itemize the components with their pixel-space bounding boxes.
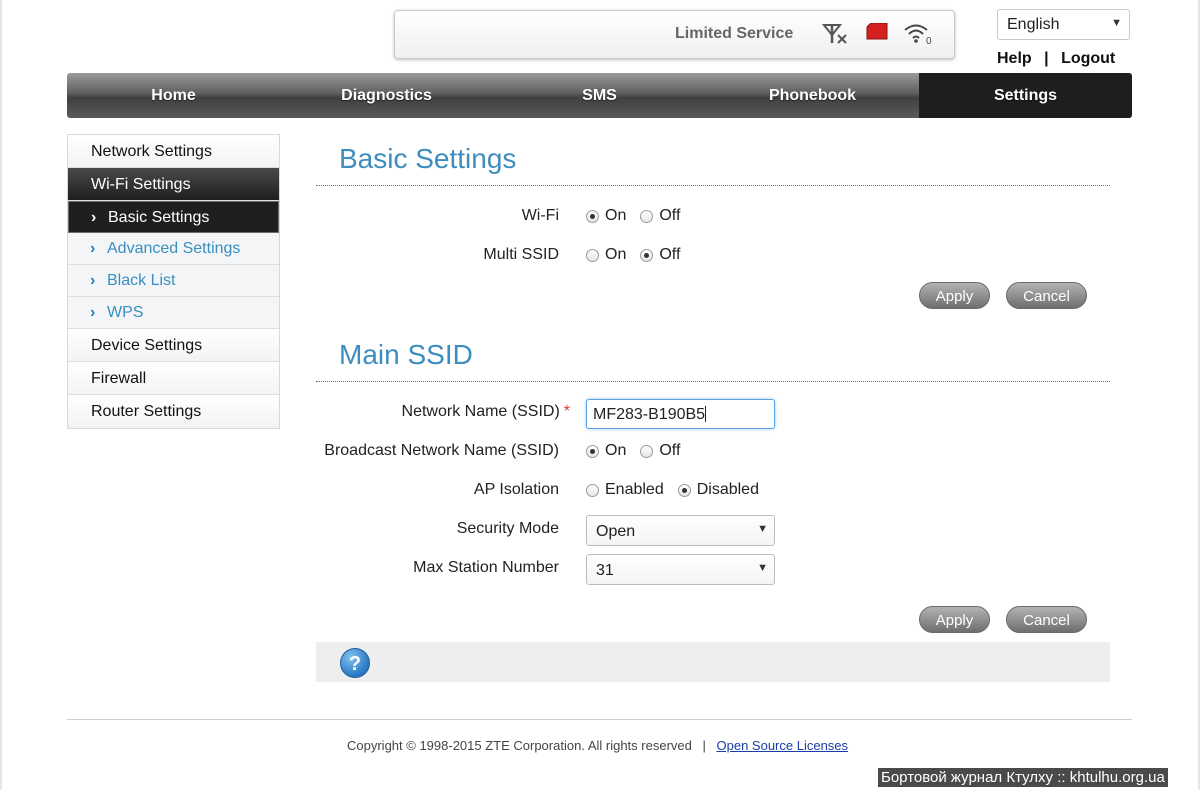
network-name-label: Network Name (SSID) * bbox=[270, 403, 570, 421]
signal-none-icon bbox=[821, 23, 850, 50]
max-station-select[interactable]: 31 ▼ bbox=[586, 554, 775, 585]
multi-ssid-label: Multi SSID bbox=[483, 246, 559, 263]
tab-settings[interactable]: Settings bbox=[919, 73, 1132, 118]
sidebar-item-black-list[interactable]: › Black List bbox=[68, 265, 279, 297]
ap-isolation-enabled-label: Enabled bbox=[605, 481, 664, 498]
tab-diagnostics[interactable]: Diagnostics bbox=[280, 73, 493, 118]
tab-phonebook[interactable]: Phonebook bbox=[706, 73, 919, 118]
basic-cancel-button[interactable]: Cancel bbox=[1006, 282, 1087, 309]
multi-ssid-off-radio[interactable] bbox=[640, 248, 654, 262]
sidebar-item-advanced-settings[interactable]: › Advanced Settings bbox=[68, 233, 279, 265]
ap-isolation-label: AP Isolation bbox=[473, 481, 559, 498]
open-source-licenses-link[interactable]: Open Source Licenses bbox=[717, 738, 849, 753]
sidebar-item-firewall[interactable]: Firewall bbox=[68, 362, 279, 395]
tab-sms[interactable]: SMS bbox=[493, 73, 706, 118]
help-icon[interactable]: ? bbox=[340, 648, 370, 678]
required-marker: * bbox=[563, 403, 570, 420]
page-edge-left bbox=[0, 0, 2, 790]
sidebar-item-label: WPS bbox=[107, 304, 144, 321]
tab-home[interactable]: Home bbox=[67, 73, 280, 118]
top-links-separator: | bbox=[1044, 50, 1049, 67]
sidebar-item-label: Advanced Settings bbox=[107, 240, 241, 257]
sim-card-icon bbox=[865, 22, 889, 48]
status-box: Limited Service 0 bbox=[394, 10, 955, 59]
broadcast-on-label: On bbox=[605, 442, 627, 459]
network-name-label-text: Network Name (SSID) bbox=[401, 403, 560, 420]
wifi-radio-group: On Off bbox=[586, 207, 694, 225]
multi-ssid-on-label: On bbox=[605, 246, 627, 263]
sidebar-item-basic-settings[interactable]: › Basic Settings bbox=[68, 201, 279, 233]
section-divider bbox=[316, 381, 1110, 382]
broadcast-on-radio[interactable] bbox=[586, 444, 599, 458]
broadcast-off-label: Off bbox=[659, 442, 681, 459]
multi-ssid-on-radio[interactable] bbox=[586, 248, 599, 262]
wifi-off-label: Off bbox=[659, 207, 681, 224]
watermark: Бортовой журнал Ктулху :: khtulhu.org.ua bbox=[878, 768, 1168, 787]
sidebar: Network Settings Wi-Fi Settings › Basic S… bbox=[67, 134, 280, 429]
basic-apply-button[interactable]: Apply bbox=[919, 282, 990, 309]
section-divider bbox=[316, 185, 1110, 186]
multi-ssid-off-label: Off bbox=[659, 246, 681, 263]
broadcast-ssid-label: Broadcast Network Name (SSID) bbox=[324, 442, 559, 459]
security-mode-label: Security Mode bbox=[456, 520, 559, 537]
ap-isolation-disabled-radio[interactable] bbox=[677, 483, 691, 497]
main-ssid-title: Main SSID bbox=[339, 339, 473, 370]
logout-link[interactable]: Logout bbox=[1061, 50, 1115, 67]
copyright-text: Copyright © 1998-2015 ZTE Corporation. A… bbox=[347, 738, 692, 753]
security-mode-value: Open bbox=[596, 523, 636, 540]
chevron-down-icon: ▼ bbox=[757, 562, 768, 574]
ssid-input[interactable]: MF283-B190B5 bbox=[586, 399, 775, 429]
chevron-right-icon: › bbox=[90, 304, 96, 321]
language-select[interactable]: English ▼ bbox=[997, 9, 1130, 40]
sidebar-item-router-settings[interactable]: Router Settings bbox=[68, 395, 279, 428]
sidebar-item-label: Basic Settings bbox=[108, 209, 210, 226]
svg-text:0: 0 bbox=[926, 36, 932, 45]
max-station-label: Max Station Number bbox=[413, 559, 559, 576]
chevron-right-icon: › bbox=[91, 209, 97, 226]
service-status-text: Limited Service bbox=[675, 25, 794, 42]
wifi-on-label: On bbox=[605, 207, 627, 224]
wifi-off-radio[interactable] bbox=[640, 209, 654, 223]
ssid-cancel-button[interactable]: Cancel bbox=[1006, 606, 1087, 633]
max-station-value: 31 bbox=[596, 562, 614, 579]
ssid-apply-button[interactable]: Apply bbox=[919, 606, 990, 633]
sidebar-item-network-settings[interactable]: Network Settings bbox=[68, 135, 279, 168]
main-nav: Home Diagnostics SMS Phonebook Settings bbox=[67, 73, 1132, 118]
chevron-right-icon: › bbox=[90, 240, 96, 257]
help-bar: ? bbox=[316, 642, 1110, 682]
ap-isolation-disabled-label: Disabled bbox=[696, 481, 759, 498]
sidebar-item-wifi-settings[interactable]: Wi-Fi Settings bbox=[68, 168, 279, 201]
sidebar-item-wps[interactable]: › WPS bbox=[68, 297, 279, 329]
wifi-on-radio[interactable] bbox=[586, 209, 599, 223]
ssid-input-value: MF283-B190B5 bbox=[593, 406, 706, 423]
footer-separator: | bbox=[702, 738, 706, 753]
sidebar-item-label: Black List bbox=[107, 272, 176, 289]
security-mode-select[interactable]: Open ▼ bbox=[586, 515, 775, 546]
chevron-down-icon: ▼ bbox=[1111, 17, 1122, 29]
ap-isolation-radio-group: Enabled Disabled bbox=[586, 481, 773, 499]
basic-settings-title: Basic Settings bbox=[339, 143, 517, 174]
wifi-icon: 0 bbox=[904, 23, 934, 50]
top-links: Help | Logout bbox=[997, 50, 1115, 68]
text-cursor bbox=[705, 406, 707, 422]
multi-ssid-radio-group: On Off bbox=[586, 246, 694, 264]
wifi-label: Wi-Fi bbox=[521, 207, 559, 224]
broadcast-ssid-radio-group: On Off bbox=[586, 442, 694, 460]
ap-isolation-enabled-radio[interactable] bbox=[586, 483, 599, 497]
help-link[interactable]: Help bbox=[997, 50, 1032, 67]
sidebar-item-device-settings[interactable]: Device Settings bbox=[68, 329, 279, 362]
chevron-right-icon: › bbox=[90, 272, 96, 289]
language-select-value: English bbox=[1007, 16, 1060, 33]
chevron-down-icon: ▼ bbox=[757, 523, 768, 535]
broadcast-off-radio[interactable] bbox=[640, 444, 654, 458]
footer-divider bbox=[67, 719, 1132, 720]
footer: Copyright © 1998-2015 ZTE Corporation. A… bbox=[347, 738, 848, 753]
